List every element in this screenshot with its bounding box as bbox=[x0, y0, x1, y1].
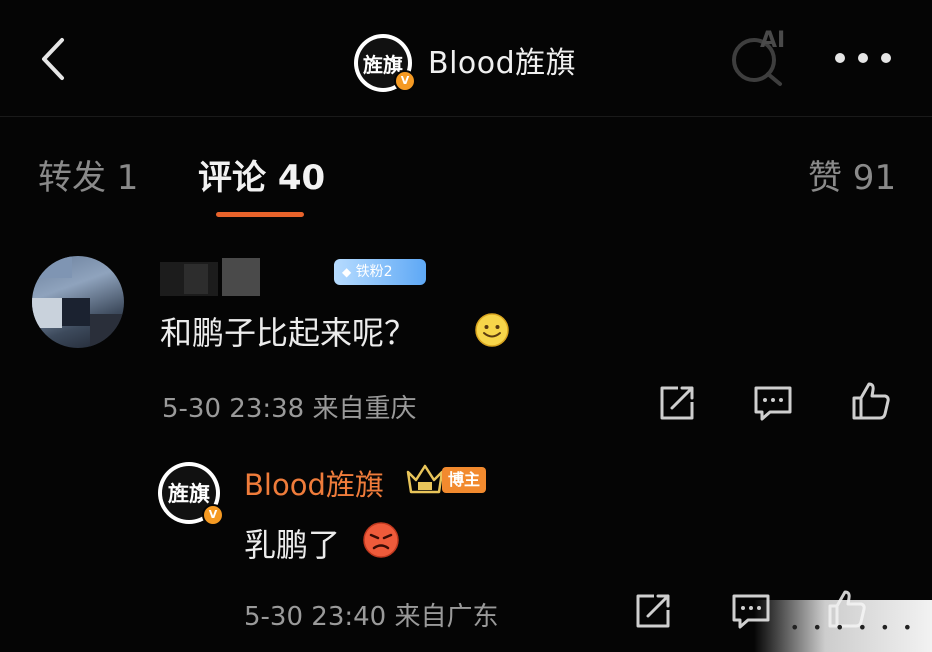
ai-label: AI bbox=[760, 28, 786, 53]
more-dots-icon[interactable] bbox=[832, 48, 894, 68]
smile-emoji-icon bbox=[475, 313, 509, 347]
reply-author-name[interactable]: Blood旌旗 bbox=[244, 462, 384, 504]
tab-repost[interactable]: 转发 1 bbox=[38, 150, 138, 199]
tab-comments[interactable]: 评论 40 bbox=[198, 150, 325, 199]
crown-icon bbox=[406, 464, 444, 494]
comment-timestamp-location: 5-30 23:38 来自重庆 bbox=[162, 394, 417, 424]
reply-timestamp-location: 5-30 23:40 来自广东 bbox=[244, 602, 499, 632]
comment-icon[interactable] bbox=[752, 382, 794, 424]
reply-author-avatar[interactable]: 旌旗 V bbox=[158, 462, 224, 526]
share-icon[interactable] bbox=[656, 382, 698, 424]
author-badge: 博主 bbox=[442, 467, 486, 493]
commenter-name-redacted bbox=[222, 258, 260, 296]
fan-level-label: 铁粉2 bbox=[355, 264, 393, 280]
reply-text: 乳鹏了 bbox=[244, 526, 341, 564]
comment-text: 和鹏子比起来呢？ bbox=[160, 314, 417, 352]
page-title[interactable]: Blood旌旗 bbox=[428, 38, 576, 82]
diamond-icon: ◆ bbox=[342, 265, 352, 279]
commenter-name-redacted bbox=[184, 264, 208, 294]
tab-likes[interactable]: 赞 91 bbox=[808, 150, 896, 199]
angry-emoji-icon bbox=[363, 522, 399, 558]
back-icon[interactable] bbox=[34, 34, 74, 84]
ai-search-button[interactable]: AI bbox=[728, 28, 792, 90]
thumbs-up-icon[interactable] bbox=[850, 380, 892, 422]
commenter-avatar[interactable] bbox=[32, 256, 124, 348]
active-tab-indicator bbox=[216, 212, 304, 217]
watermark-dots: • • • • • • bbox=[790, 618, 917, 637]
fan-level-badge: ◆ 铁粉2 bbox=[334, 259, 426, 285]
share-icon[interactable] bbox=[632, 590, 674, 632]
verified-badge: V bbox=[202, 504, 224, 526]
verified-badge: V bbox=[394, 70, 416, 92]
header-divider bbox=[0, 116, 932, 117]
